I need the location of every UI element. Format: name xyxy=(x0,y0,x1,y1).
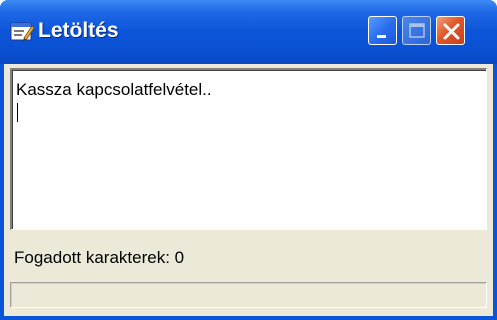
close-button[interactable] xyxy=(436,16,465,45)
progress-bar xyxy=(10,282,487,308)
received-characters-label: Fogadott karakterek: 0 xyxy=(14,248,185,267)
log-text: Kassza kapcsolatfelvétel.. xyxy=(16,80,212,99)
app-window-icon xyxy=(10,22,34,41)
log-textarea[interactable]: Kassza kapcsolatfelvétel.. xyxy=(10,68,487,230)
maximize-icon xyxy=(409,23,425,38)
text-caret xyxy=(17,103,18,122)
maximize-button[interactable] xyxy=(402,16,431,45)
window-client-area: Kassza kapcsolatfelvétel.. Fogadott kara… xyxy=(4,64,493,316)
window-title: Letöltés xyxy=(38,19,119,42)
download-window: Letöltés Kassza kapcsolatfelvétel.. Foga… xyxy=(0,0,497,320)
minimize-icon xyxy=(377,35,386,38)
close-icon xyxy=(443,23,460,40)
title-bar[interactable]: Letöltés xyxy=(0,0,497,64)
minimize-button[interactable] xyxy=(368,16,397,45)
